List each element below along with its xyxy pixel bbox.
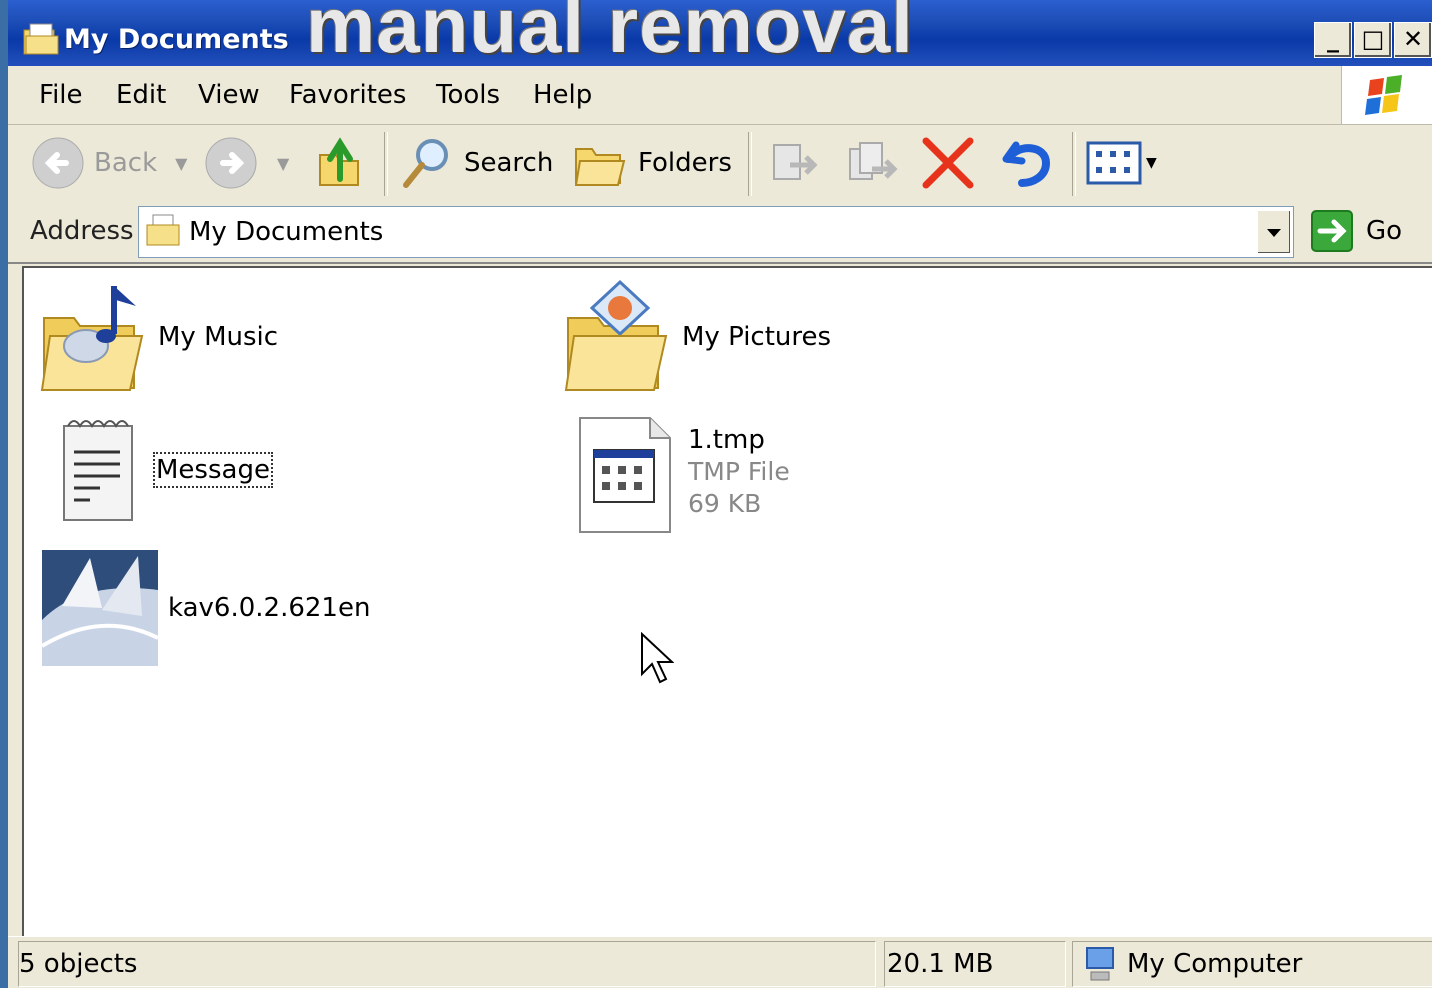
go-button[interactable]: Go — [1310, 206, 1420, 256]
back-arrow-icon — [32, 137, 84, 189]
music-folder-icon — [40, 286, 144, 391]
minimize-button[interactable]: _ — [1314, 22, 1352, 58]
toolbar-separator — [1072, 132, 1076, 196]
my-computer-icon — [1086, 947, 1114, 981]
chevron-down-icon — [1267, 229, 1281, 237]
menu-edit[interactable]: Edit — [116, 80, 166, 110]
my-documents-icon — [146, 214, 180, 246]
tmp-file-icon — [579, 417, 671, 533]
menu-file[interactable]: File — [39, 80, 83, 110]
my-documents-icon — [23, 23, 59, 55]
window-title: My Documents — [64, 24, 289, 55]
forward-dropdown-icon[interactable]: ▼ — [277, 154, 289, 173]
menu-bar: File Edit View Favorites Tools Help — [8, 66, 1432, 125]
move-to-icon — [773, 144, 818, 180]
video-caption: manual removal — [306, 0, 914, 69]
up-folder-icon — [319, 137, 359, 186]
file-item-kav[interactable]: kav6.0.2.621en — [42, 550, 370, 666]
back-button[interactable]: Back ▼ — [30, 134, 187, 192]
back-dropdown-icon[interactable]: ▼ — [175, 154, 187, 173]
status-size-text: 20.1 MB — [887, 949, 994, 979]
file-view[interactable]: My Music My Pictures Message 1.tmp TMP F… — [22, 266, 1432, 936]
views-dropdown-icon[interactable]: ▼ — [1146, 155, 1157, 171]
file-type: TMP File — [688, 457, 790, 486]
delete-button[interactable] — [920, 134, 976, 192]
folders-label: Folders — [638, 148, 732, 178]
forward-arrow-icon — [205, 137, 257, 189]
menu-help[interactable]: Help — [533, 80, 592, 110]
back-label: Back — [94, 148, 158, 178]
standard-toolbar: Back ▼ ▼ Search Folders ▼ — [8, 126, 1432, 203]
go-arrow-icon — [1311, 210, 1353, 252]
undo-button[interactable] — [998, 134, 1056, 192]
close-button[interactable]: ✕ — [1394, 22, 1432, 58]
forward-button[interactable]: ▼ — [203, 134, 289, 192]
status-size: 20.1 MB — [884, 941, 1066, 987]
mouse-cursor-icon — [641, 632, 674, 684]
search-button[interactable]: Search — [398, 134, 553, 192]
installer-icon — [42, 550, 158, 666]
status-zone: My Computer — [1072, 941, 1432, 987]
menu-favorites[interactable]: Favorites — [289, 80, 406, 110]
file-item-my-music[interactable]: My Music — [38, 278, 278, 396]
pictures-folder-icon — [564, 279, 668, 391]
file-item-my-pictures[interactable]: My Pictures — [562, 278, 831, 396]
notepad-icon — [63, 420, 133, 521]
file-label: My Music — [158, 322, 279, 352]
file-item-message[interactable]: Message — [50, 416, 273, 524]
folders-button[interactable]: Folders — [572, 134, 732, 192]
file-size: 69 KB — [688, 489, 762, 518]
search-label: Search — [464, 148, 554, 178]
maximize-button[interactable]: □ — [1354, 22, 1392, 58]
delete-x-icon — [922, 137, 974, 189]
file-label: kav6.0.2.621en — [168, 593, 371, 623]
windows-logo-icon — [1341, 66, 1432, 124]
title-bar[interactable]: My Documents manual removal _ □ ✕ — [8, 0, 1432, 69]
toolbar-separator — [748, 132, 752, 196]
move-to-button[interactable] — [766, 134, 822, 192]
status-zone-text: My Computer — [1127, 949, 1303, 979]
go-label: Go — [1366, 216, 1403, 246]
status-objects: 5 objects — [18, 941, 876, 987]
toolbar-separator — [384, 132, 388, 196]
menu-tools[interactable]: Tools — [436, 80, 500, 110]
address-input[interactable]: My Documents — [138, 206, 1294, 258]
file-label: Message — [153, 452, 273, 488]
address-dropdown-button[interactable] — [1257, 210, 1291, 254]
file-item-1-tmp[interactable]: 1.tmp TMP File 69 KB — [574, 416, 790, 534]
file-label: 1.tmp — [688, 425, 765, 455]
address-label: Address — [30, 216, 134, 246]
address-value: My Documents — [189, 217, 384, 247]
copy-to-button[interactable] — [844, 134, 900, 192]
views-icon — [1086, 141, 1142, 185]
views-button[interactable]: ▼ — [1086, 134, 1157, 192]
menu-view[interactable]: View — [198, 80, 260, 110]
undo-icon — [1002, 141, 1051, 187]
copy-to-icon — [849, 142, 898, 180]
folders-icon — [574, 148, 626, 186]
up-folder-button[interactable] — [314, 134, 366, 192]
address-bar: Address My Documents Go — [8, 202, 1432, 264]
search-icon — [403, 139, 448, 188]
file-label: My Pictures — [682, 322, 832, 352]
status-objects-text: 5 objects — [19, 949, 138, 979]
status-bar: 5 objects 20.1 MB My Computer — [8, 936, 1432, 988]
explorer-window: My Documents manual removal _ □ ✕ File E… — [8, 0, 1432, 988]
